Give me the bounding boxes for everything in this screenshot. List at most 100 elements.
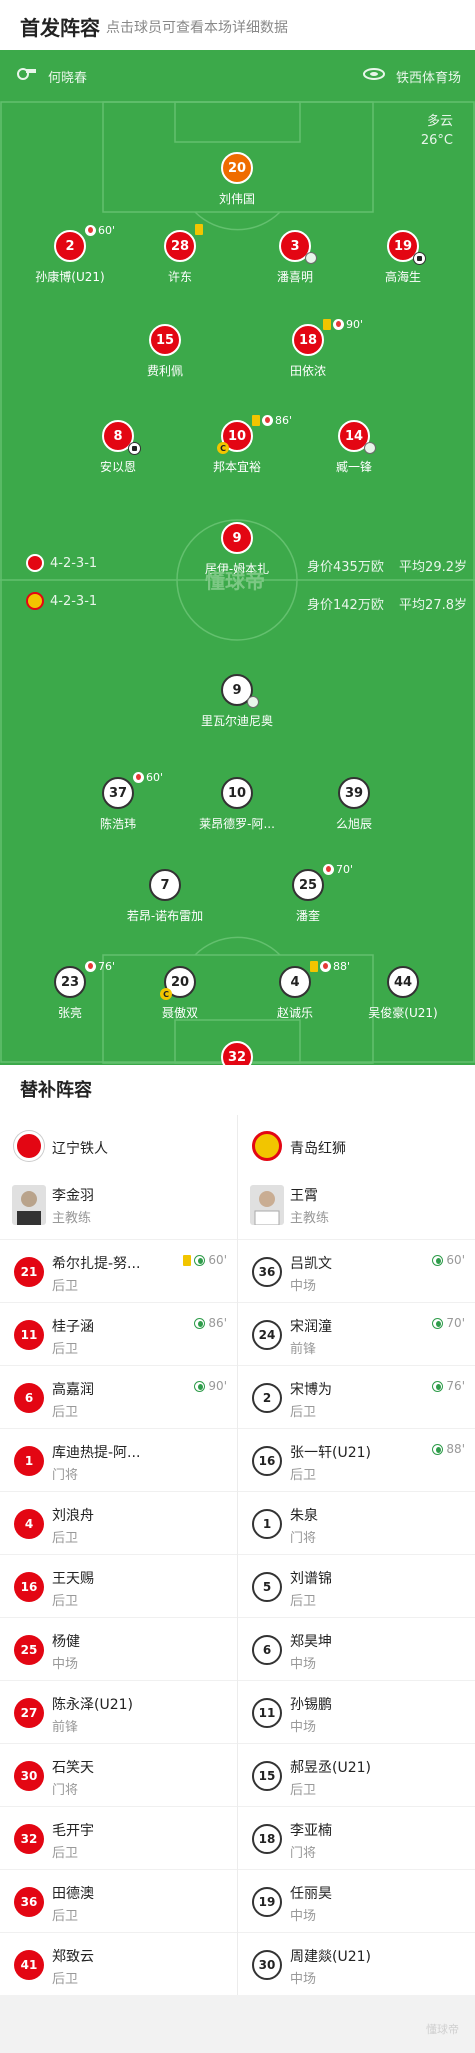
weather-condition: 多云: [426, 114, 453, 129]
bench-player-name: 宋润潼: [290, 1319, 332, 1335]
bench-player-position: 中场: [290, 1909, 317, 1924]
bench-player-name: 郑致云: [52, 1949, 94, 1965]
bench-player-events: 86': [194, 1316, 227, 1330]
captain-icon: C: [160, 988, 172, 1000]
bench-player-row[interactable]: 16 张一轩(U21) 后卫 88': [238, 1428, 475, 1491]
bench-player-row[interactable]: 19 任丽昊 中场: [238, 1869, 475, 1932]
player-number: 20: [221, 152, 253, 184]
sub-minute: 60': [98, 224, 116, 237]
sub-minute: 90': [346, 318, 364, 331]
bench-player-number: 6: [252, 1635, 282, 1665]
bench-player-row[interactable]: 25 杨健 中场: [0, 1617, 237, 1680]
bench-player-row[interactable]: 1 朱泉 门将: [238, 1491, 475, 1554]
bench-player-number: 36: [14, 1887, 44, 1917]
bench-player-row[interactable]: 18 李亚楠 门将: [238, 1806, 475, 1869]
player-name: 刘伟国: [218, 192, 255, 206]
bench-player-row[interactable]: 6 郑昊坤 中场: [238, 1617, 475, 1680]
bench-player-name: 库迪热提-阿...: [52, 1445, 141, 1461]
bench-player-row[interactable]: 16 王天赐 后卫: [0, 1554, 237, 1617]
bench-player-number: 15: [252, 1761, 282, 1791]
bench-player-name: 李亚楠: [290, 1823, 332, 1839]
coach-avatar: [12, 1185, 46, 1225]
sub-in-icon: [247, 696, 259, 708]
weather-info: 多云 26°C: [421, 112, 453, 150]
player-number: 23: [54, 966, 86, 998]
sub-off-icon: [323, 864, 334, 875]
bench-player-row[interactable]: 6 高嘉润 后卫 90': [0, 1365, 237, 1428]
bench-player-number: 4: [14, 1509, 44, 1539]
bench-player-number: 24: [252, 1320, 282, 1350]
bench-player-number: 30: [252, 1950, 282, 1980]
player-number: 15: [149, 324, 181, 356]
bench-player-name: 田德澳: [52, 1886, 94, 1902]
bench-player-row[interactable]: 36 田德澳 后卫: [0, 1869, 237, 1932]
yellow-card-icon: [252, 415, 260, 426]
bench-player-name: 郝昱丞(U21): [290, 1760, 371, 1776]
bench-player-name: 孙锡鹏: [290, 1697, 332, 1713]
bench-player-position: 后卫: [52, 1279, 79, 1294]
away-coach-role: 主教练: [290, 1211, 330, 1226]
away-coach[interactable]: 王霄 主教练: [238, 1175, 475, 1239]
home-avg-age: 平均29.2岁: [399, 560, 467, 575]
bench-player-position: 后卫: [290, 1405, 317, 1420]
referee-name: 何晓春: [48, 71, 88, 86]
sub-off-icon: [85, 961, 96, 972]
bench-away-team[interactable]: 青岛红狮: [238, 1115, 475, 1175]
player-number: 32: [221, 1041, 253, 1065]
home-value: 身价435万欧: [307, 560, 384, 575]
bench-player-number: 11: [252, 1698, 282, 1728]
bench-player-row[interactable]: 2 宋博为 后卫 76': [238, 1365, 475, 1428]
bench-player-row[interactable]: 11 桂子涵 后卫 86': [0, 1302, 237, 1365]
bench-player-row[interactable]: 32 毛开宇 后卫: [0, 1806, 237, 1869]
qingdao-logo-icon: [252, 1131, 282, 1161]
home-coach-name: 李金羽: [52, 1188, 94, 1204]
player-number: 18: [292, 324, 324, 356]
away-coach-name: 王霄: [290, 1188, 318, 1204]
match-officials-bar: 何晓春 铁西体育场: [0, 50, 475, 100]
bench-player-name: 石笑天: [52, 1760, 94, 1776]
bench-player-name: 刘谱锦: [290, 1571, 332, 1587]
sub-minute: 88': [333, 960, 351, 973]
bench-player-number: 5: [252, 1572, 282, 1602]
bench-player-row[interactable]: 27 陈永泽(U21) 前锋: [0, 1680, 237, 1743]
bench-player-row[interactable]: 24 宋润潼 前锋 70': [238, 1302, 475, 1365]
bench-player-position: 后卫: [52, 1594, 79, 1609]
bench-player-position: 后卫: [52, 1342, 79, 1357]
whistle-icon: [17, 68, 36, 80]
sub-on-icon: [432, 1380, 444, 1392]
lineup-header: 首发阵容 点击球员可查看本场详细数据: [0, 0, 475, 50]
home-coach[interactable]: 李金羽 主教练: [0, 1175, 237, 1239]
player-name: 田依浓: [289, 364, 326, 378]
venue-name: 铁西体育场: [395, 71, 461, 86]
bench-player-row[interactable]: 30 石笑天 门将: [0, 1743, 237, 1806]
sub-minute: 86': [275, 414, 293, 427]
bench-player-events: 76': [432, 1379, 465, 1393]
sub-minute: 76': [446, 1379, 465, 1393]
sub-minute: 90': [208, 1379, 227, 1393]
bench-player-row[interactable]: 36 吕凯文 中场 60': [238, 1239, 475, 1302]
bench-player-name: 刘浪舟: [52, 1508, 94, 1524]
bench-player-number: 6: [14, 1383, 44, 1413]
sub-minute: 88': [446, 1442, 465, 1456]
bench-player-number: 21: [14, 1257, 44, 1287]
bench-player-row[interactable]: 1 库迪热提-阿... 门将: [0, 1428, 237, 1491]
bench-player-row[interactable]: 30 周建燚(U21) 中场: [238, 1932, 475, 1995]
bench-player-row[interactable]: 11 孙锡鹏 中场: [238, 1680, 475, 1743]
bench-player-row[interactable]: 15 郝昱丞(U21) 后卫: [238, 1743, 475, 1806]
bench-player-row[interactable]: 5 刘谱锦 后卫: [238, 1554, 475, 1617]
bench-player-row[interactable]: 21 希尔扎提-努... 后卫 60': [0, 1239, 237, 1302]
bench-player-row[interactable]: 41 郑致云 后卫: [0, 1932, 237, 1995]
bench-player-name: 桂子涵: [52, 1319, 94, 1335]
bench-player-name: 张一轩(U21): [290, 1445, 371, 1461]
bench-player-number: 32: [14, 1824, 44, 1854]
sub-off-icon: [320, 961, 331, 972]
bench-player-events: 70': [432, 1316, 465, 1330]
sub-minute: 70': [336, 863, 354, 876]
bench-player-position: 中场: [290, 1972, 317, 1987]
bench-player-position: 门将: [290, 1531, 317, 1546]
bench-player-row[interactable]: 4 刘浪舟后卫: [0, 1491, 237, 1554]
bench-player-position: 后卫: [52, 1531, 79, 1546]
page-title: 首发阵容: [20, 16, 100, 40]
bench-player-events: 88': [432, 1442, 465, 1456]
bench-home-team[interactable]: 辽宁铁人: [0, 1115, 237, 1175]
